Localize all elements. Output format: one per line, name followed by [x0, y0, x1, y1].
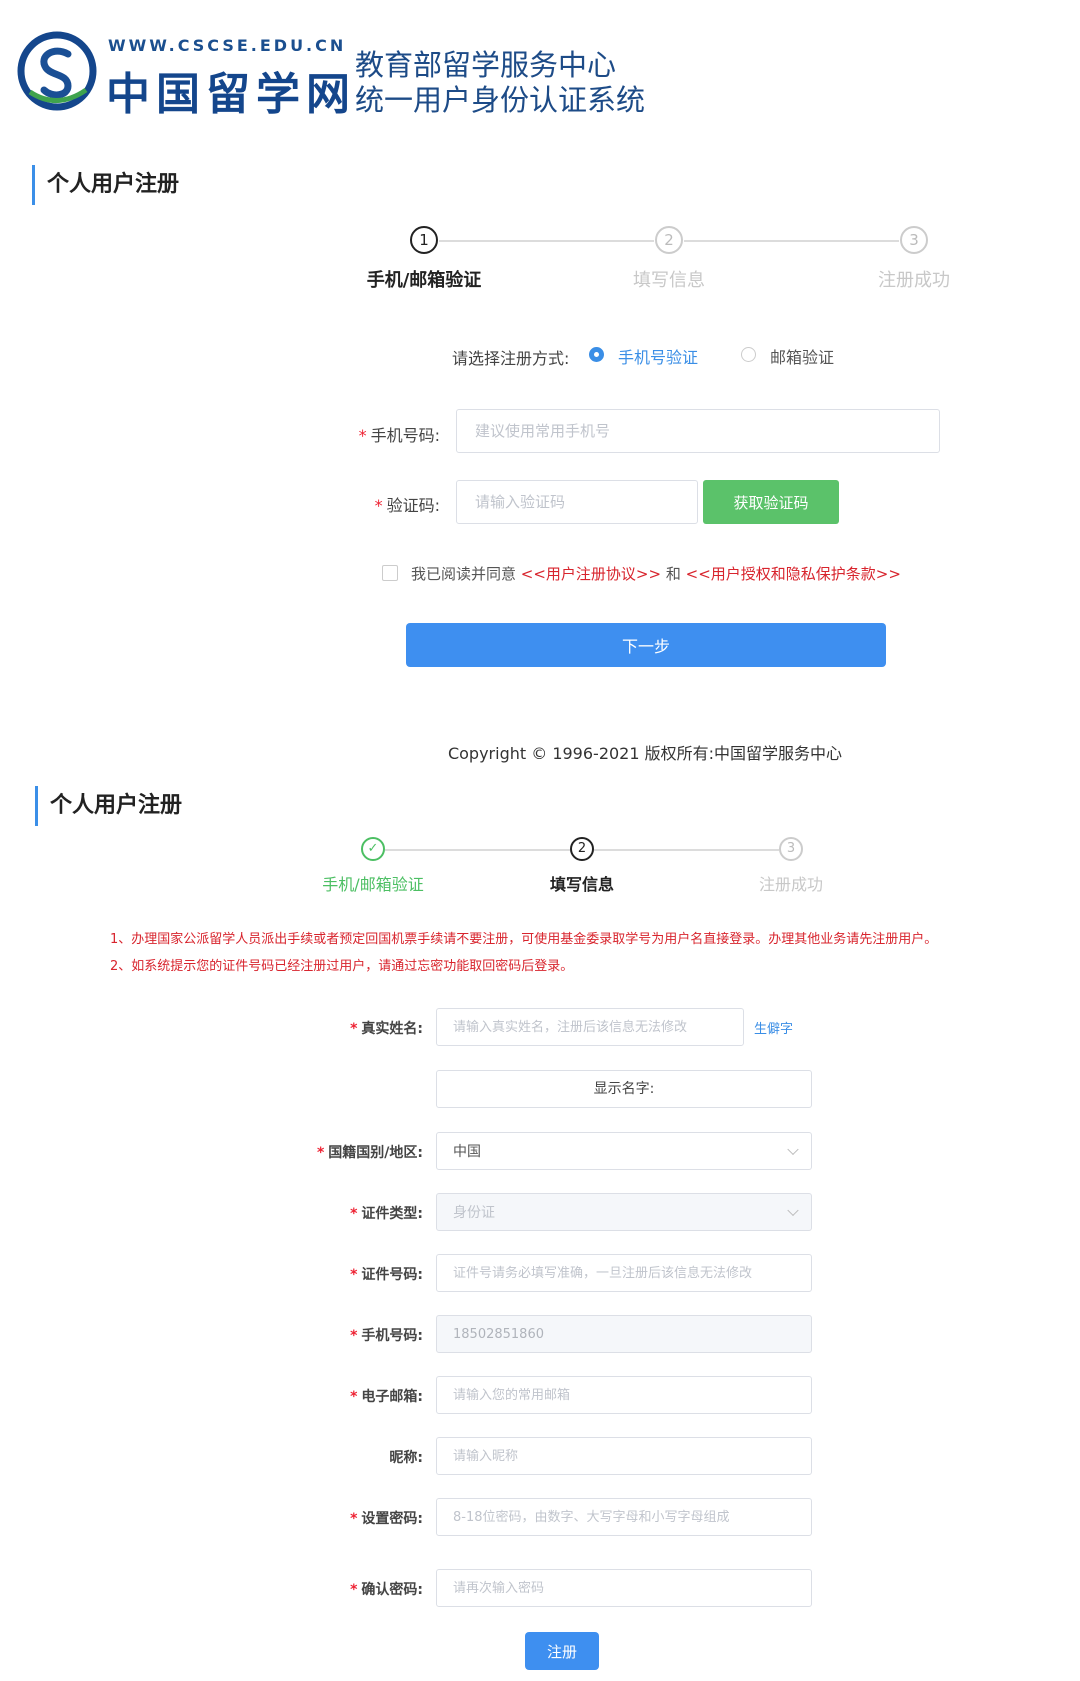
nationality-value: 中国 — [453, 1144, 481, 1160]
code-input[interactable] — [456, 480, 698, 524]
phone-input[interactable] — [456, 409, 940, 453]
mobile-input[interactable] — [436, 1315, 812, 1353]
id-type-value: 身份证 — [453, 1205, 495, 1221]
confirm-password-label: * 确认密码: — [350, 1582, 423, 1598]
step-1-done-circle: ✓ — [361, 837, 385, 861]
id-type-select[interactable]: 身份证 — [436, 1193, 812, 1231]
page-title: 个人用户注册 — [32, 165, 179, 205]
chevron-down-icon — [787, 1143, 799, 1156]
phone-label: * 手机号码: — [358, 426, 440, 445]
nationality-select[interactable]: 中国 — [436, 1132, 812, 1170]
nationality-label: * 国籍国别/地区: — [316, 1145, 423, 1161]
code-label: * 验证码: — [374, 496, 440, 515]
step-connector — [439, 240, 654, 242]
password-input[interactable] — [436, 1498, 812, 1536]
step-1-circle: 1 — [410, 226, 438, 254]
radio-email-label[interactable]: 邮箱验证 — [770, 344, 834, 368]
privacy-link[interactable]: <<用户授权和隐私保护条款>> — [686, 565, 901, 583]
id-number-input[interactable] — [436, 1254, 812, 1292]
mobile-label: * 手机号码: — [350, 1328, 423, 1344]
next-button[interactable]: 下一步 — [406, 623, 886, 667]
step-1-label: 手机/邮箱验证 — [366, 270, 482, 291]
step-connector — [684, 240, 899, 242]
id-type-label: * 证件类型: — [350, 1206, 423, 1222]
step-3-label: 注册成功 — [878, 270, 950, 291]
real-name-input[interactable] — [436, 1008, 744, 1046]
step-2-circle: 2 — [655, 226, 683, 254]
step-connector — [594, 849, 779, 851]
step-2-label: 填写信息 — [549, 875, 615, 894]
step-3-label: 注册成功 — [758, 875, 824, 894]
nickname-input[interactable] — [436, 1437, 812, 1475]
password-label: * 设置密码: — [350, 1511, 423, 1527]
step-3-circle: 3 — [900, 226, 928, 254]
agree-text: 我已阅读并同意 <<用户注册协议>> 和 <<用户授权和隐私保护条款>> — [411, 565, 901, 583]
register-button[interactable]: 注册 — [525, 1632, 599, 1670]
notice-line-1: 1、办理国家公派留学人员派出手续或者预定回国机票手续请不要注册，可使用基金委录取… — [110, 932, 938, 947]
logo-name: 中国留学网 — [106, 69, 356, 120]
step-3-circle: 3 — [779, 837, 803, 861]
chevron-down-icon — [787, 1204, 799, 1217]
rare-char-link[interactable]: 生僻字 — [754, 1018, 793, 1037]
radio-phone-label[interactable]: 手机号验证 — [618, 344, 698, 368]
register-method-label: 请选择注册方式: — [452, 349, 570, 368]
display-name-field: 显示名字: — [436, 1070, 812, 1108]
nickname-label: 昵称: — [389, 1450, 423, 1466]
page-title-2: 个人用户注册 — [35, 786, 182, 826]
logo-url: WWW.CSCSE.EDU.CN — [108, 36, 347, 55]
get-code-button[interactable]: 获取验证码 — [703, 480, 839, 524]
step-2-label: 填写信息 — [633, 270, 705, 291]
email-input[interactable] — [436, 1376, 812, 1414]
radio-email[interactable] — [741, 347, 756, 362]
step-1-label: 手机/邮箱验证 — [322, 875, 424, 894]
step-2-active-circle: 2 — [570, 837, 594, 861]
confirm-password-input[interactable] — [436, 1569, 812, 1607]
id-number-label: * 证件号码: — [350, 1267, 423, 1283]
site-header: WWW.CSCSE.EDU.CN 中国留学网 教育部留学服务中心 统一用户身份认… — [0, 0, 1080, 140]
real-name-label: * 真实姓名: — [350, 1021, 423, 1037]
step-connector — [385, 849, 570, 851]
email-label: * 电子邮箱: — [350, 1389, 423, 1405]
copyright: Copyright © 1996-2021 版权所有:中国留学服务中心 — [447, 744, 843, 763]
radio-phone[interactable] — [589, 347, 604, 362]
notice-line-2: 2、如系统提示您的证件号码已经注册过用户，请通过忘密功能取回密码后登录。 — [110, 959, 574, 974]
agreement-link[interactable]: <<用户注册协议>> — [521, 565, 661, 583]
agree-checkbox[interactable] — [382, 565, 398, 581]
system-title-line2: 统一用户身份认证系统 — [355, 83, 646, 117]
cscse-logo-icon — [17, 31, 97, 111]
display-name-label: 显示名字: — [593, 1081, 655, 1097]
